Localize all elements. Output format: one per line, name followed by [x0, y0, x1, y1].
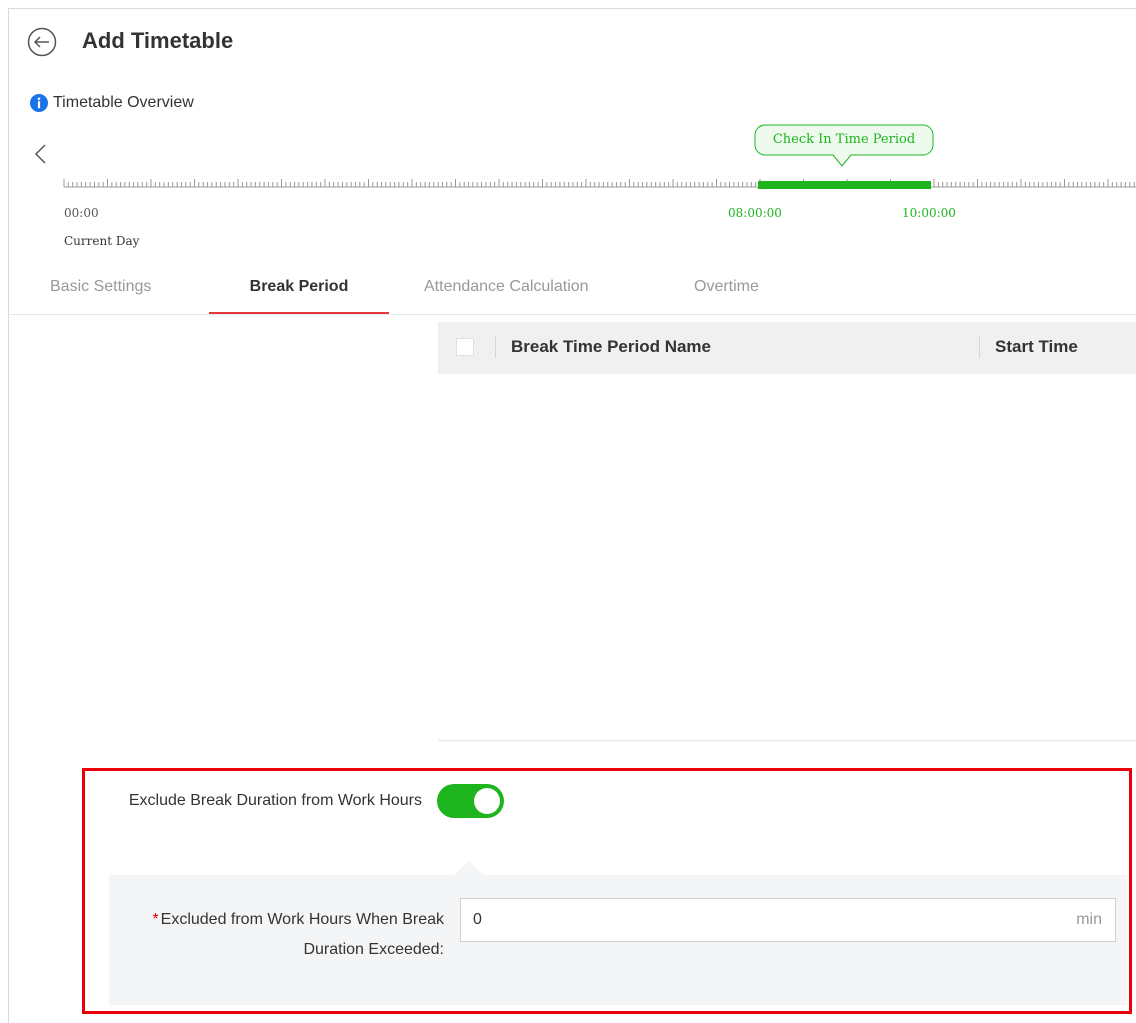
sub-panel-caret — [454, 861, 484, 875]
timeline-start-label: 00:00 — [64, 206, 99, 220]
window-top-border — [8, 8, 1136, 9]
table-bottom-border — [438, 740, 1136, 741]
column-divider — [495, 336, 496, 358]
settings-tabs: Basic Settings Break Period Attendance C… — [8, 268, 1136, 315]
chevron-left-icon[interactable] — [32, 143, 50, 165]
column-header-start-time[interactable]: Start Time — [995, 337, 1078, 357]
exclude-break-toggle[interactable] — [437, 784, 504, 818]
back-arrow-circle-icon[interactable] — [27, 27, 57, 57]
required-asterisk: * — [152, 911, 159, 928]
overview-label: Timetable Overview — [53, 94, 194, 111]
excluded-minutes-input[interactable] — [461, 899, 1033, 941]
tab-attendance-calculation[interactable]: Attendance Calculation — [424, 278, 589, 296]
window-left-border — [8, 8, 9, 1023]
break-period-table-header: Break Time Period Name Start Time — [438, 322, 1136, 374]
tab-overtime[interactable]: Overtime — [694, 278, 759, 296]
column-header-name[interactable]: Break Time Period Name — [511, 337, 711, 357]
toggle-knob — [474, 788, 500, 814]
timeline-period-start-label: 08:00:00 — [728, 206, 782, 220]
timeline-period-end-label: 10:00:00 — [902, 206, 956, 220]
current-day-label: Current Day — [64, 234, 140, 248]
check-in-period-bar[interactable] — [758, 181, 931, 189]
info-icon — [30, 94, 48, 112]
tab-break-period[interactable]: Break Period — [209, 278, 389, 296]
tab-basic-settings[interactable]: Basic Settings — [50, 278, 151, 296]
check-in-period-label: Check In Time Period — [772, 131, 916, 147]
page-title: Add Timetable — [82, 28, 234, 53]
timetable-overview: Timetable Overview — [30, 93, 194, 113]
select-all-checkbox[interactable] — [456, 338, 474, 356]
column-divider — [979, 336, 980, 358]
timeline-ruler[interactable] — [60, 120, 1136, 200]
excluded-minutes-field[interactable]: min — [460, 898, 1116, 942]
active-tab-indicator — [209, 312, 389, 314]
timeline[interactable]: Check In Time Period 00:00 08:00:00 10:0… — [60, 120, 1136, 260]
excluded-duration-label-text: Excluded from Work Hours When Break Dura… — [160, 911, 444, 958]
excluded-duration-label: * Excluded from Work Hours When Break Dur… — [140, 905, 444, 965]
check-in-period-tooltip: Check In Time Period — [754, 124, 934, 167]
exclude-break-label: Exclude Break Duration from Work Hours — [128, 792, 422, 809]
minutes-unit: min — [1076, 911, 1102, 928]
